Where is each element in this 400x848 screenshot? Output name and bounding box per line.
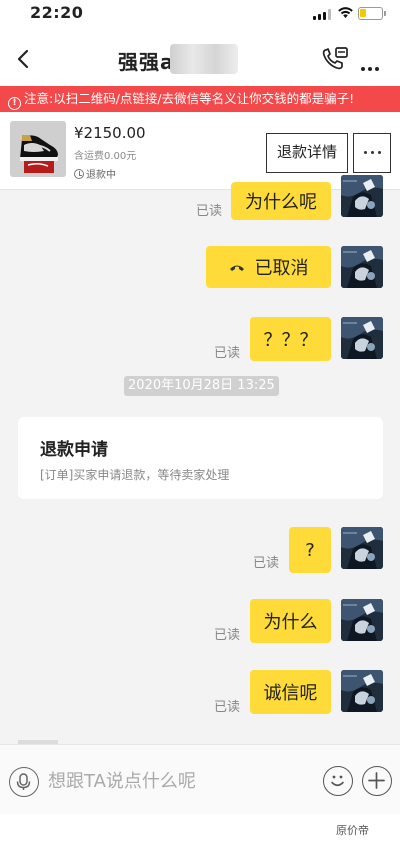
product-image[interactable] — [10, 121, 66, 177]
smiley-icon[interactable] — [323, 766, 353, 796]
plus-circle-icon[interactable] — [362, 766, 392, 796]
watermark: 原价帝 — [336, 824, 369, 837]
refund-status: 退款中 — [74, 166, 116, 181]
read-receipt: 已读 — [214, 628, 241, 643]
message-text: 已取消 — [254, 258, 309, 279]
warning-text: 注意:以扫二维码/点链接/去微信等名义让你交钱的都是骗子! — [24, 91, 355, 106]
avatar[interactable] — [341, 317, 383, 359]
status-time: 22:20 — [30, 3, 84, 22]
message-bubble[interactable]: 为什么呢 — [231, 182, 331, 220]
refund-request-card[interactable]: 退款申请 [订单]买家申请退款，等待卖家处理 — [18, 417, 383, 499]
avatar[interactable] — [341, 599, 383, 641]
read-receipt: 已读 — [196, 204, 223, 219]
battery-icon — [358, 7, 386, 20]
read-receipt: 已读 — [214, 346, 241, 361]
status-bar: 22:20 — [0, 0, 400, 30]
read-receipt: 已读 — [214, 700, 241, 715]
message-bubble[interactable]: ？？？ — [250, 317, 331, 361]
refund-details-button[interactable]: 退款详情 — [266, 133, 348, 173]
phone-icon[interactable] — [321, 46, 349, 72]
avatar[interactable] — [341, 670, 383, 712]
chat-header: 强强a — [0, 30, 400, 86]
more-options-button[interactable] — [361, 56, 382, 75]
message-input[interactable]: 想跟TA说点什么呢 — [48, 767, 308, 797]
avatar[interactable] — [341, 246, 383, 288]
microphone-icon[interactable] — [9, 767, 39, 797]
signal-icon — [313, 9, 331, 20]
card-title: 退款申请 — [40, 440, 108, 460]
redacted-name — [170, 44, 238, 74]
scam-warning-banner: ! 注意:以扫二维码/点链接/去微信等名义让你交钱的都是骗子! — [0, 86, 400, 112]
avatar[interactable] — [341, 175, 383, 217]
wifi-icon — [338, 7, 353, 18]
shipping-fee: 含运费0.00元 — [74, 151, 137, 162]
message-bubble[interactable]: 为什么 — [250, 599, 331, 643]
exclamation-circle-icon: ! — [8, 97, 21, 110]
message-text: 为什么呢 — [245, 192, 317, 213]
product-bar[interactable]: ¥2150.00 含运费0.00元 退款中 退款详情 — [0, 112, 400, 190]
timestamp: 2020年10月28日 13:25 — [124, 376, 279, 396]
back-button[interactable] — [14, 47, 34, 71]
hang-up-icon — [229, 265, 244, 271]
read-receipt: 已读 — [253, 556, 280, 571]
message-text: 为什么 — [263, 612, 318, 633]
chat-title: 强强a — [118, 50, 175, 74]
message-text: 诚信呢 — [263, 683, 318, 704]
clock-icon — [74, 169, 84, 179]
message-text: ? — [305, 539, 315, 561]
message-bubble[interactable]: 诚信呢 — [250, 670, 331, 714]
input-bar: 想跟TA说点什么呢 — [0, 744, 400, 814]
message-bubble[interactable]: 已取消 — [206, 246, 331, 288]
avatar[interactable] — [341, 527, 383, 569]
product-price: ¥2150.00 — [74, 124, 146, 142]
product-more-button[interactable] — [353, 133, 391, 173]
message-text: ？？？ — [263, 330, 318, 351]
card-text: [订单]买家申请退款，等待卖家处理 — [40, 468, 230, 482]
refund-status-label: 退款中 — [86, 170, 116, 181]
message-bubble[interactable]: ? — [289, 527, 331, 573]
